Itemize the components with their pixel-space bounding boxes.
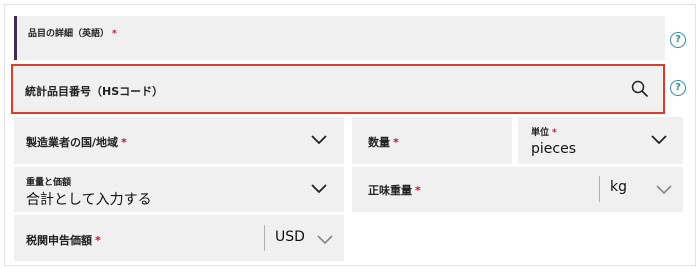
country-of-manufacture-label: 製造業者の国/地域 *: [26, 136, 127, 149]
net-weight-unit-select[interactable]: kg: [600, 167, 683, 212]
country-of-manufacture-select[interactable]: 製造業者の国/地域 *: [14, 117, 344, 164]
customs-value-label: 税関申告価額 *: [26, 234, 101, 247]
hs-code-field[interactable]: 統計品目番号（HSコード）: [11, 64, 665, 114]
weight-and-value-label: 重量と価額: [26, 178, 72, 188]
net-weight-input[interactable]: 正味重量 * kg: [352, 167, 683, 212]
item-description-label: 品目の詳細（英語） *: [28, 29, 117, 39]
unit-select[interactable]: 単位 * pieces: [518, 117, 683, 164]
chevron-down-icon: [651, 135, 667, 145]
weight-and-value-value: 合計として入力する: [26, 192, 152, 208]
quantity-input[interactable]: 数量 *: [352, 117, 512, 164]
unit-value: pieces: [531, 141, 576, 157]
weight-and-value-select[interactable]: 重量と価額 合計として入力する: [14, 167, 344, 212]
unit-label: 単位 *: [531, 128, 557, 138]
search-icon[interactable]: [631, 80, 649, 98]
net-weight-unit-value: kg: [610, 179, 627, 195]
item-description-help-icon[interactable]: ?: [670, 32, 686, 48]
item-description-field[interactable]: 品目の詳細（英語） *: [14, 16, 665, 60]
chevron-down-icon: [317, 235, 333, 245]
chevron-down-icon: [311, 135, 327, 145]
chevron-down-icon: [311, 184, 327, 194]
quantity-label: 数量 *: [368, 136, 399, 149]
hs-code-help-icon[interactable]: ?: [670, 80, 686, 96]
hs-code-label: 統計品目番号（HSコード）: [25, 85, 164, 98]
currency-select[interactable]: USD: [265, 215, 344, 261]
currency-value: USD: [275, 229, 305, 245]
net-weight-label: 正味重量 *: [368, 184, 421, 197]
customs-value-input[interactable]: 税関申告価額 * USD: [14, 215, 344, 261]
chevron-down-icon: [656, 185, 672, 195]
